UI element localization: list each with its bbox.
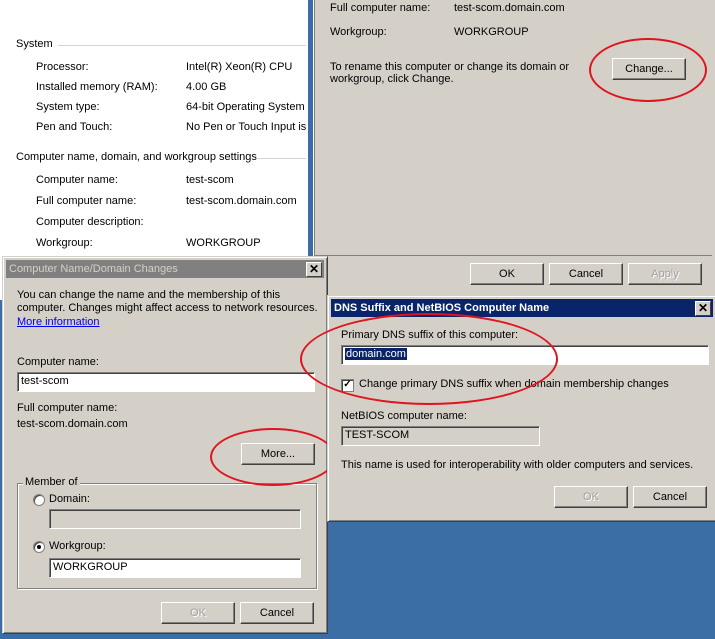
dns-suffix-dialog: DNS Suffix and NetBIOS Computer Name ✕ P… [327, 295, 715, 522]
ram-value: 4.00 GB [186, 81, 227, 93]
system-type-label: System type: [36, 101, 100, 113]
dialog-titlebar[interactable]: Computer Name/Domain Changes ✕ [6, 260, 324, 278]
computer-settings-heading: Computer name, domain, and workgroup set… [16, 151, 257, 163]
workgroup-value: WORKGROUP [454, 26, 529, 38]
dialog-description: computer. Changes might affect access to… [17, 302, 318, 314]
system-type-value: 64-bit Operating System [186, 101, 305, 113]
full-name-label: Full computer name: [330, 2, 431, 14]
workgroup-radio[interactable] [33, 541, 45, 553]
ok-button[interactable]: OK [554, 486, 628, 508]
computer-name-input[interactable]: test-scom [17, 372, 315, 392]
full-computer-name-value: test-scom.domain.com [17, 418, 128, 430]
netbios-info-text: This name is used for interoperability w… [341, 459, 694, 471]
divider [314, 255, 712, 256]
system-properties-dialog: Full computer name: test-scom.domain.com… [313, 0, 715, 300]
divider [58, 45, 306, 46]
dialog-title: Computer Name/Domain Changes [9, 263, 178, 275]
rename-instructions: To rename this computer or change its do… [330, 61, 570, 73]
full-name-value: test-scom.domain.com [454, 2, 565, 14]
more-button[interactable]: More... [241, 443, 315, 465]
netbios-input[interactable]: TEST-SCOM [341, 426, 540, 446]
dialog-description: You can change the name and the membersh… [17, 289, 281, 301]
system-heading: System [16, 38, 53, 50]
change-button[interactable]: Change... [612, 58, 686, 80]
cancel-button[interactable]: Cancel [549, 263, 623, 285]
apply-button[interactable]: Apply [628, 263, 702, 285]
cancel-button[interactable]: Cancel [633, 486, 707, 508]
domain-label: Domain: [49, 493, 90, 505]
close-icon[interactable]: ✕ [306, 262, 322, 277]
change-dns-suffix-checkbox[interactable]: ✓ [341, 379, 354, 392]
full-computer-name-label: Full computer name: [36, 195, 137, 207]
dialog-titlebar[interactable]: DNS Suffix and NetBIOS Computer Name ✕ [331, 299, 713, 317]
workgroup-value: WORKGROUP [186, 237, 261, 249]
primary-dns-value: domain.com [345, 348, 407, 360]
cancel-button[interactable]: Cancel [240, 602, 314, 624]
computer-name-domain-dialog: Computer Name/Domain Changes ✕ You can c… [2, 256, 328, 634]
pen-touch-value: No Pen or Touch Input is [186, 121, 307, 133]
rename-instructions: workgroup, click Change. [330, 73, 454, 85]
divider [258, 158, 306, 159]
pen-touch-label: Pen and Touch: [36, 121, 113, 133]
ram-label: Installed memory (RAM): [36, 81, 158, 93]
primary-dns-input[interactable]: domain.com [341, 345, 709, 365]
computer-name-label: Computer name: [17, 356, 99, 368]
workgroup-label: Workgroup: [330, 26, 387, 38]
member-of-label: Member of [23, 476, 80, 488]
computer-name-value: test-scom [186, 174, 234, 186]
close-icon[interactable]: ✕ [695, 301, 711, 316]
dialog-title: DNS Suffix and NetBIOS Computer Name [334, 302, 550, 314]
change-dns-suffix-label[interactable]: Change primary DNS suffix when domain me… [359, 378, 669, 390]
ok-button[interactable]: OK [161, 602, 235, 624]
processor-value: Intel(R) Xeon(R) CPU [186, 61, 293, 73]
full-computer-name-value: test-scom.domain.com [186, 195, 297, 207]
full-computer-name-label: Full computer name: [17, 402, 118, 414]
domain-input[interactable] [49, 509, 301, 529]
system-info-panel: System Processor: Intel(R) Xeon(R) CPU I… [0, 0, 308, 300]
netbios-label: NetBIOS computer name: [341, 410, 467, 422]
computer-name-label: Computer name: [36, 174, 118, 186]
computer-description-label: Computer description: [36, 216, 144, 228]
ok-button[interactable]: OK [470, 263, 544, 285]
more-information-link[interactable]: More information [17, 316, 100, 328]
workgroup-input[interactable]: WORKGROUP [49, 558, 301, 578]
processor-label: Processor: [36, 61, 89, 73]
domain-radio[interactable] [33, 494, 45, 506]
workgroup-label: Workgroup: [36, 237, 93, 249]
workgroup-label: Workgroup: [49, 540, 106, 552]
primary-dns-label: Primary DNS suffix of this computer: [341, 329, 519, 341]
